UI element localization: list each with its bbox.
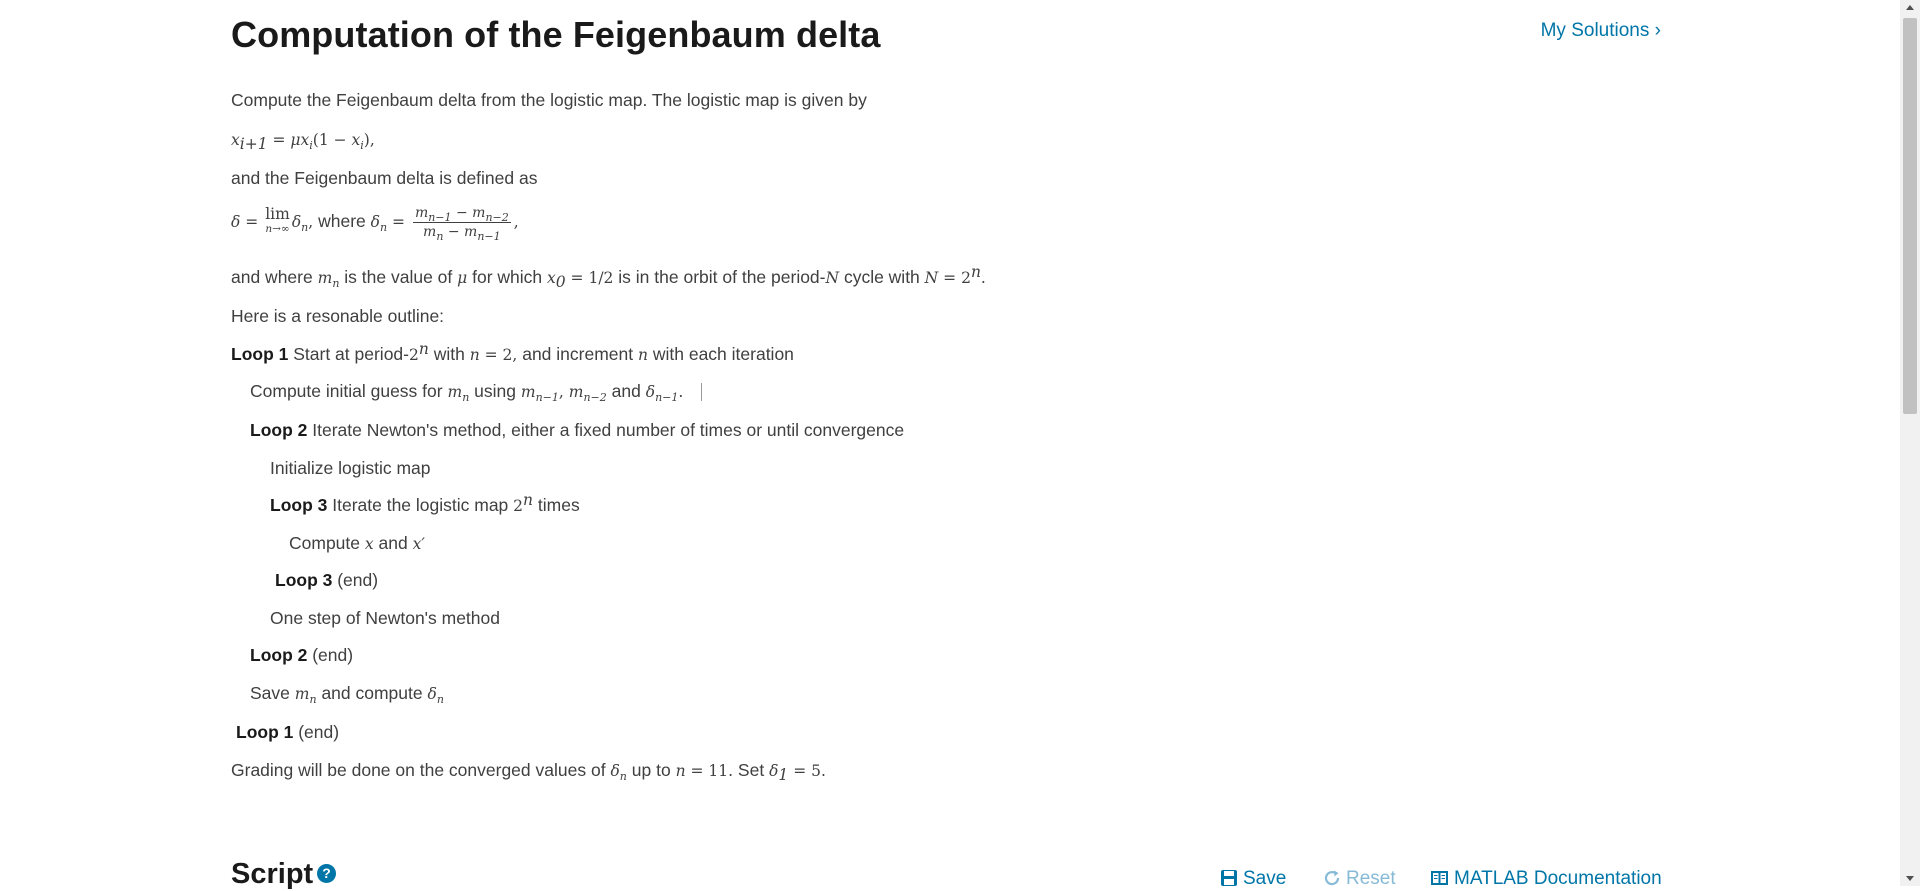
in-orbit-label: is in the orbit of the period-: [618, 267, 826, 287]
save-step: Save mn and compute δn: [250, 683, 444, 707]
set-label: Set: [737, 760, 765, 780]
defined-as-text: and the Feigenbaum delta is defined as: [231, 168, 538, 188]
initial-guess-label: Compute initial guess for: [250, 381, 443, 401]
and-compute-label: and compute: [321, 683, 423, 703]
increment-label: and increment: [522, 344, 634, 364]
floppy-disk-icon: [1221, 870, 1237, 886]
loop3-end: Loop 3 (end): [275, 569, 378, 591]
grading-label: Grading will be done on the converged va…: [231, 760, 606, 780]
reset-arrow-icon: [1324, 870, 1340, 886]
and-where-label: and where: [231, 267, 313, 287]
loop1-text: Start at period-: [293, 344, 409, 364]
newton-step: One step of Newton's method: [270, 608, 500, 628]
loop2-text: Iterate Newton's method, either a fixed …: [312, 420, 905, 440]
logistic-map-equation: xi+1 = μxi(1 − xi),: [231, 131, 375, 154]
loop2-label: Loop 2: [250, 420, 308, 440]
my-solutions-link[interactable]: My Solutions ›: [1541, 20, 1661, 42]
is-value-of-label: is the value of: [344, 267, 453, 287]
loop2-end-text: (end): [312, 645, 354, 665]
loop2-start: Loop 2 Iterate Newton's method, either a…: [250, 419, 904, 441]
compute-label: Compute: [289, 533, 361, 553]
save-button[interactable]: Save: [1220, 868, 1286, 890]
page-title: Computation of the Feigenbaum delta: [231, 14, 881, 55]
scroll-up-arrow-icon[interactable]: [1906, 5, 1914, 10]
cycle-with-label: cycle with: [843, 267, 920, 287]
and-label: and: [378, 533, 408, 553]
outline-heading: Here is a resonable outline:: [231, 306, 445, 326]
reset-button[interactable]: Reset: [1323, 868, 1396, 890]
loop3-text: Iterate the logistic map: [332, 495, 509, 515]
loop3-end-label: Loop 3: [275, 570, 333, 590]
book-icon: [1431, 871, 1448, 885]
initial-guess-step: Compute initial guess for mn using mn−1,…: [250, 380, 703, 403]
loop3-start: Loop 3 Iterate the logistic map 2n times: [270, 490, 580, 515]
loop3-label: Loop 3: [270, 495, 328, 515]
intro-label: Compute the Feigenbaum delta from the lo…: [231, 90, 867, 110]
intro-text: Compute the Feigenbaum delta from the lo…: [231, 89, 867, 111]
init-logistic-step: Initialize logistic map: [270, 458, 431, 478]
matlab-documentation-link[interactable]: MATLAB Documentation: [1430, 868, 1662, 890]
each-iteration-label: with each iteration: [652, 344, 794, 364]
using-label: using: [474, 381, 516, 401]
mn-definition: and where mn is the value of μ for which…: [231, 262, 986, 292]
loop2-end: Loop 2 (end): [250, 644, 353, 666]
save-label: Save: [250, 683, 290, 703]
where-label: where: [318, 211, 366, 232]
scroll-down-arrow-icon[interactable]: [1906, 876, 1914, 881]
text-cursor: [701, 383, 703, 402]
loop1-label: Loop 1: [231, 344, 289, 364]
delta-definition: δ = lim n→∞ δn, where δn = mn−1 − mn−2 mn −…: [231, 205, 519, 243]
compute-x-step: Compute x and x′: [289, 533, 425, 553]
problem-page: Computation of the Feigenbaum delta My S…: [231, 0, 1662, 890]
loop1-end: Loop 1 (end): [236, 721, 339, 743]
loop1-end-text: (end): [298, 722, 340, 742]
up-to-label: up to: [631, 760, 671, 780]
my-solutions-label: My Solutions: [1540, 20, 1650, 41]
with-label: with: [433, 344, 465, 364]
for-which-label: for which: [472, 267, 543, 287]
loop1-end-label: Loop 1: [236, 722, 294, 742]
loop2-end-label: Loop 2: [250, 645, 308, 665]
question-mark-icon[interactable]: ?: [317, 864, 336, 883]
loop3-end-text: (end): [337, 570, 379, 590]
loop1-start: Loop 1 Start at period-2n with n = 2, an…: [231, 339, 794, 364]
scroll-thumb[interactable]: [1903, 18, 1917, 414]
chevron-right-icon: ›: [1654, 20, 1661, 41]
grading-note: Grading will be done on the converged va…: [231, 760, 826, 785]
and-label: and: [611, 381, 641, 401]
vertical-scrollbar[interactable]: [1900, 0, 1920, 886]
script-heading: Script: [231, 858, 314, 890]
times-label: times: [537, 495, 580, 515]
